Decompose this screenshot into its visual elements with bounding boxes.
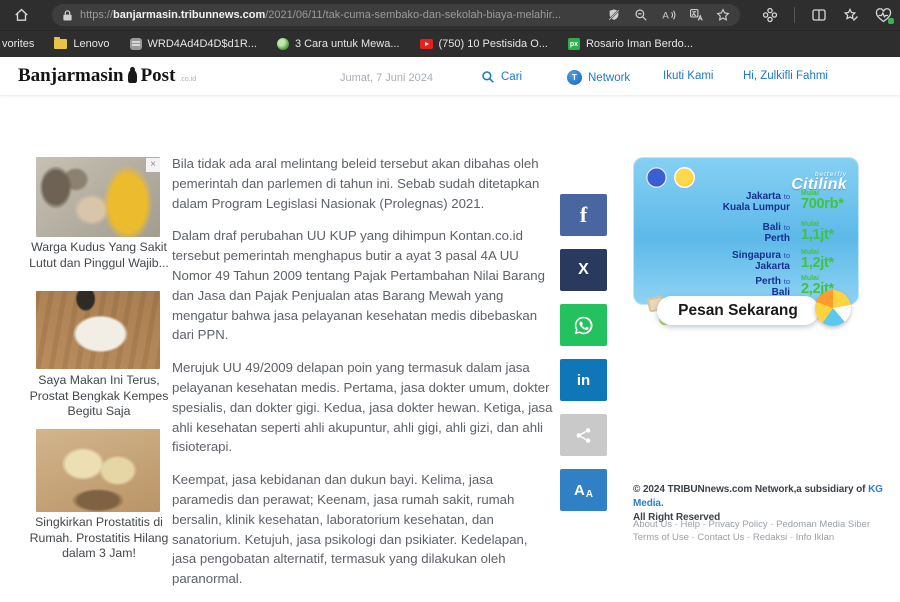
linkedin-share-button[interactable]: in (560, 359, 607, 401)
browser-essentials-icon[interactable] (875, 8, 892, 23)
extensions-icon[interactable] (762, 7, 778, 23)
article-paragraph: Keempat, jasa kebidanan dan dukun bayi. … (172, 470, 553, 589)
essentials-badge (888, 18, 894, 24)
ad-sun-logo-icon (674, 167, 695, 188)
globe-favicon-icon (277, 38, 289, 50)
site-header: Banjarmasin Post .co.id Jumat, 7 Juni 20… (0, 57, 900, 95)
page-favicon-icon (130, 38, 142, 50)
left-ad-headline-3[interactable]: Singkirkan Prostatitis di Rumah. Prostat… (28, 515, 170, 562)
folder-icon (54, 39, 67, 49)
ad-cta-button[interactable]: Pesan Sekarang (657, 296, 819, 325)
left-ad-image-2[interactable] (36, 291, 160, 369)
whatsapp-icon (573, 315, 594, 336)
font-size-button[interactable]: AA (560, 469, 607, 511)
article-body: Bila tidak ada aral melintang beleid ter… (172, 154, 553, 602)
network-menu[interactable]: T Network (567, 70, 630, 85)
bookmark-rosario[interactable]: pxRosario Iman Berdo... (568, 38, 693, 50)
favorite-star-icon[interactable] (716, 8, 730, 22)
footer-link-pedoman[interactable]: Pedoman Media Siber (768, 519, 870, 530)
ad-route-row: Singapura toJakarta Mulai1,2jt* (634, 248, 860, 275)
share-buttons: f X in AA (560, 194, 607, 511)
article-paragraph: Bila tidak ada aral melintang beleid ter… (172, 154, 553, 213)
left-ad-headline-1[interactable]: Warga Kudus Yang Sakit Lutut dan Pinggul… (28, 240, 170, 271)
footer-link-about[interactable]: About Us (633, 519, 672, 530)
youtube-icon (420, 39, 433, 49)
footer-link-iklan[interactable]: Info Iklan (787, 532, 834, 543)
search-icon (481, 70, 495, 84)
ad-partner-logo-icon (646, 167, 667, 188)
close-icon[interactable]: × (146, 158, 160, 172)
footer-links-row-2: Terms of UseContact UsRedaksiInfo Iklan (633, 531, 899, 544)
left-ad-headline-2[interactable]: Saya Makan Ini Terus, Prostat Bengkak Ke… (28, 373, 170, 420)
logo-emblem-icon (128, 70, 137, 83)
browser-toolbar: https://banjarmasin.tribunnews.com/2021/… (0, 0, 900, 30)
citilink-ad[interactable]: betterflyCitilink Jakarta toKuala Lumpur… (633, 157, 859, 305)
footer-link-redaksi[interactable]: Redaksi (744, 532, 787, 543)
footer-link-terms[interactable]: Terms of Use (633, 532, 689, 543)
bookmark-3cara[interactable]: 3 Cara untuk Mewa... (277, 38, 400, 50)
footer-link-privacy[interactable]: Privacy Policy (700, 519, 768, 530)
zoom-icon[interactable] (634, 8, 648, 22)
tribun-network-icon: T (567, 70, 582, 85)
beach-ball-icon (815, 290, 851, 326)
url-text[interactable]: https://banjarmasin.tribunnews.com/2021/… (80, 9, 599, 21)
translate-icon[interactable] (689, 8, 703, 22)
whatsapp-share-button[interactable] (560, 304, 607, 346)
px-favicon-icon: px (568, 38, 580, 50)
split-screen-icon[interactable] (811, 7, 827, 23)
bookmark-pestisida[interactable]: (750) 10 Pestisida O... (420, 38, 548, 50)
page-content: Banjarmasin Post .co.id Jumat, 7 Juni 20… (0, 57, 900, 500)
share-more-button[interactable] (560, 414, 607, 456)
collections-icon[interactable] (843, 7, 859, 23)
bookmarks-bar: vorites Lenovo WRD4Ad4D4D$d1R... 3 Cara … (0, 30, 900, 57)
shield-slash-icon[interactable] (607, 8, 621, 22)
bookmark-favorites[interactable]: vorites (2, 38, 34, 50)
header-date: Jumat, 7 Juni 2024 (340, 72, 433, 84)
share-icon (575, 427, 592, 444)
facebook-share-button[interactable]: f (560, 194, 607, 236)
home-icon[interactable] (12, 7, 30, 23)
address-bar[interactable]: https://banjarmasin.tribunnews.com/2021/… (52, 4, 740, 26)
follow-us-menu[interactable]: Ikuti Kami (663, 70, 714, 82)
ad-route-row: Jakarta toKuala Lumpur Mulai700rb* (634, 189, 860, 216)
footer-link-help[interactable]: Help (672, 519, 700, 530)
search-button[interactable]: Cari (481, 70, 522, 84)
footer-link-contact[interactable]: Contact Us (689, 532, 744, 543)
bookmark-lenovo[interactable]: Lenovo (54, 38, 109, 50)
x-share-button[interactable]: X (560, 249, 607, 291)
article-paragraph: Merujuk UU 49/2009 delapan poin yang ter… (172, 358, 553, 457)
toolbar-divider (794, 7, 795, 23)
read-aloud-icon[interactable]: A (661, 8, 676, 22)
ad-route-row: Bali toPerth Mulai1,1jt* (634, 220, 860, 247)
footer-links-row-1: About UsHelpPrivacy PolicyPedoman Media … (633, 518, 899, 531)
svg-text:A: A (662, 11, 669, 22)
lock-icon (62, 9, 73, 22)
user-greeting[interactable]: Hi, Zulkifli Fahmi (743, 70, 828, 82)
left-ad-image-1[interactable] (36, 157, 160, 237)
site-logo[interactable]: Banjarmasin Post .co.id (18, 65, 196, 87)
article-paragraph: Dalam draf perubahan UU KUP yang dihimpu… (172, 226, 553, 345)
bookmark-wrd[interactable]: WRD4Ad4D4D$d1R... (130, 38, 257, 50)
